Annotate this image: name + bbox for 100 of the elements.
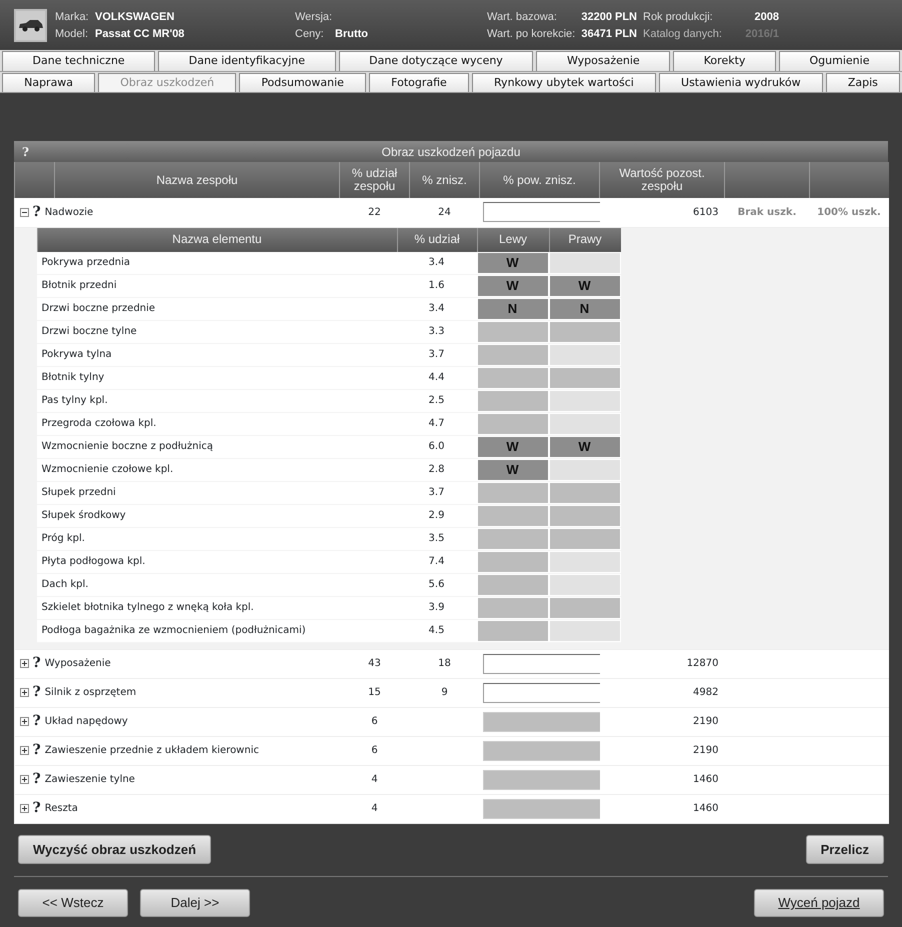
damage-cell[interactable]: W xyxy=(478,276,548,296)
tab[interactable]: Fotografie xyxy=(369,72,469,92)
table-cell: Wzmocnienie boczne z podłużnicą xyxy=(36,436,396,458)
help-icon[interactable]: ? xyxy=(32,798,41,819)
damage-cell[interactable] xyxy=(550,482,620,502)
damage-cell[interactable]: W xyxy=(478,436,548,456)
group-name: Nadwozie xyxy=(44,206,94,220)
column-header: Nazwa zespołu xyxy=(54,162,340,198)
field-value: VOLKSWAGEN xyxy=(95,10,174,24)
tab[interactable]: Wyposażenie xyxy=(536,51,670,70)
table-cell: 24 xyxy=(410,198,480,227)
tab[interactable]: Dane dotyczące wyceny xyxy=(338,51,534,70)
field-value: Passat CC MR'08 xyxy=(95,27,184,41)
table-cell: 4.5 xyxy=(396,620,476,642)
table-cell: 4.7 xyxy=(396,412,476,436)
damage-cell[interactable]: W xyxy=(550,276,620,296)
damage-cell[interactable]: W xyxy=(478,252,548,272)
damage-cell[interactable] xyxy=(550,506,620,526)
tab[interactable]: Rynkowy ubytek wartości xyxy=(472,72,656,92)
damage-cell[interactable]: N xyxy=(550,298,620,318)
help-icon[interactable]: ? xyxy=(32,202,41,223)
expand-icon[interactable] xyxy=(20,746,28,755)
damage-cell[interactable]: W xyxy=(550,436,620,456)
table-cell: 1.6 xyxy=(396,274,476,298)
damage-cell[interactable] xyxy=(550,620,620,640)
help-icon[interactable]: ? xyxy=(14,142,44,160)
damage-cell[interactable] xyxy=(550,598,620,618)
help-icon[interactable]: ? xyxy=(32,682,41,703)
table-cell: 2190 xyxy=(600,707,724,736)
damage-cell[interactable] xyxy=(478,322,548,342)
field-value: 32200 PLN xyxy=(580,10,637,24)
percent-field[interactable] xyxy=(482,682,600,702)
tab[interactable]: Zapis xyxy=(826,72,900,92)
damage-cell[interactable]: N xyxy=(478,298,548,318)
damage-cell[interactable] xyxy=(478,598,548,618)
tab[interactable]: Dane techniczne xyxy=(2,51,156,70)
expand-icon[interactable] xyxy=(20,717,28,726)
valuate-button[interactable]: Wyceń pojazd xyxy=(754,889,884,916)
table-cell: Przegroda czołowa kpl. xyxy=(36,412,396,436)
column-header: Prawy xyxy=(548,228,620,252)
field-label: Katalog danych: xyxy=(643,27,723,41)
damage-cell[interactable] xyxy=(550,252,620,272)
damage-cell[interactable] xyxy=(478,344,548,364)
table-cell: 3.7 xyxy=(396,344,476,366)
table-cell: 1460 xyxy=(600,765,724,794)
damage-cell[interactable]: W xyxy=(478,460,548,480)
percent-field[interactable] xyxy=(482,202,600,222)
tab[interactable]: Ogumienie xyxy=(778,51,900,70)
damage-cell[interactable] xyxy=(478,482,548,502)
damage-cell[interactable] xyxy=(550,390,620,410)
damage-cell[interactable] xyxy=(550,552,620,572)
table-cell: Szkielet błotnika tylnego z wnęką koła kpl. xyxy=(36,596,396,620)
tab[interactable]: Ustawienia wydruków xyxy=(658,72,823,92)
help-icon[interactable]: ? xyxy=(32,769,41,790)
tab[interactable]: Dane identyfikacyjne xyxy=(158,51,336,70)
table-cell: 5.6 xyxy=(396,574,476,596)
damage-cell[interactable] xyxy=(550,528,620,548)
table-cell: 4 xyxy=(340,765,410,794)
damage-cell[interactable] xyxy=(550,574,620,594)
damage-cell[interactable] xyxy=(478,368,548,388)
damage-cell[interactable] xyxy=(550,344,620,364)
clear-button[interactable]: Wyczyść obraz uszkodzeń xyxy=(18,834,212,864)
table-cell: 9 xyxy=(410,678,480,707)
next-button[interactable]: Dalej >> xyxy=(140,889,250,916)
damage-cell[interactable] xyxy=(478,390,548,410)
tab[interactable]: Naprawa xyxy=(2,72,96,92)
expand-icon[interactable] xyxy=(20,688,28,697)
help-icon[interactable]: ? xyxy=(32,653,41,674)
table-cell: 3.4 xyxy=(396,252,476,274)
column-header: Nazwa elementu xyxy=(36,228,396,252)
table-cell: Pas tylny kpl. xyxy=(36,390,396,412)
tab[interactable]: Korekty xyxy=(673,51,776,70)
damage-cell[interactable] xyxy=(550,368,620,388)
damage-cell[interactable] xyxy=(550,322,620,342)
help-icon[interactable]: ? xyxy=(32,711,41,732)
table-cell: Słupek przedni xyxy=(36,482,396,504)
table-cell: 3.9 xyxy=(396,596,476,620)
table-cell: 43 xyxy=(340,649,410,678)
collapse-icon[interactable] xyxy=(20,208,28,217)
field-label: Model: xyxy=(55,27,90,41)
damage-cell[interactable] xyxy=(478,506,548,526)
damage-cell[interactable] xyxy=(478,574,548,594)
help-icon[interactable]: ? xyxy=(32,740,41,761)
damage-cell[interactable] xyxy=(478,552,548,572)
expand-icon[interactable] xyxy=(20,804,28,813)
damage-cell[interactable] xyxy=(550,460,620,480)
table-cell: 3.7 xyxy=(396,482,476,504)
damage-cell[interactable] xyxy=(478,620,548,640)
tab[interactable]: Podsumowanie xyxy=(239,72,366,92)
damage-cell[interactable] xyxy=(478,414,548,434)
table-cell: 3.4 xyxy=(396,298,476,320)
expand-icon[interactable] xyxy=(20,775,28,784)
table-cell: Podłoga bagażnika ze wzmocnieniem (podłużnicami) xyxy=(36,620,396,642)
damage-cell[interactable] xyxy=(478,528,548,548)
panel-title: Obraz uszkodzeń pojazdu xyxy=(380,144,522,160)
percent-field[interactable] xyxy=(482,654,600,674)
recalculate-button[interactable]: Przelicz xyxy=(806,834,884,864)
expand-icon[interactable] xyxy=(20,659,28,668)
back-button[interactable]: << Wstecz xyxy=(18,889,128,916)
damage-cell[interactable] xyxy=(550,414,620,434)
